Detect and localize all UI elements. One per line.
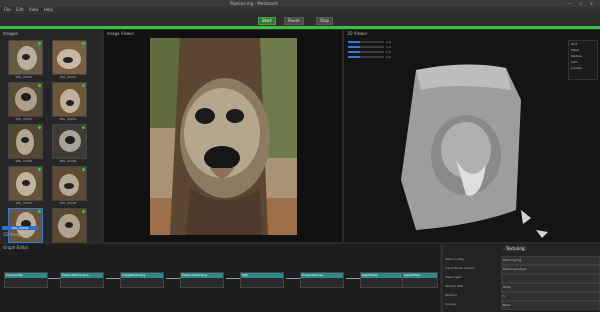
status-dot (38, 210, 41, 213)
graph-node[interactable]: ImageMatching (120, 272, 164, 288)
graph-node[interactable]: PrepareDense (300, 272, 344, 288)
menu-edit[interactable]: Edit (16, 7, 24, 12)
thumbnail[interactable] (8, 82, 43, 117)
property-field[interactable]: Basic (501, 301, 600, 310)
properties-tab[interactable]: Texturing (503, 246, 528, 251)
properties-panel: Texturing Mesh Config Meshing.mg Input De… (442, 244, 600, 312)
property-field[interactable]: Meshing.mg (501, 256, 600, 265)
status-dot (82, 168, 85, 171)
menu-file[interactable]: File (4, 7, 11, 12)
menu-bar: File Edit View Help (0, 7, 600, 14)
property-row: Texture Size 8192 (445, 283, 600, 292)
property-row: Mesh Config Meshing.mg (445, 256, 600, 265)
3d-viewer-title: 3D Viewer (347, 31, 368, 36)
thumbnail[interactable] (8, 124, 43, 159)
menu-help[interactable]: Help (44, 7, 53, 12)
window-controls[interactable]: — ☐ ✕ (568, 1, 596, 6)
viewer-options-menu[interactable]: Grid Mesh Texture Cam Locator (568, 40, 598, 80)
thumbnail-label: IMG_00001 (15, 75, 33, 79)
images-footer: 3D Images (3, 232, 25, 237)
graph-editor-panel: Graph Editor CameraInit FeatureExtractio… (0, 244, 440, 312)
thumbnail[interactable] (52, 40, 87, 75)
status-dot (38, 168, 41, 171)
thumbnail-label: IMG_00006 (59, 159, 77, 163)
status-dot (38, 126, 41, 129)
thumbnail-label: IMG_00007 (15, 201, 33, 205)
graph-node[interactable]: CameraInit (4, 272, 48, 288)
thumbnail-label: IMG_00003 (15, 117, 33, 121)
graph-node[interactable]: FeatureMatching (180, 272, 224, 288)
reconstructed-mesh[interactable] (396, 60, 556, 240)
thumbnail[interactable] (8, 40, 43, 75)
status-dot (38, 84, 41, 87)
photo-tree-face (150, 38, 297, 235)
thumbnail[interactable] (52, 82, 87, 117)
graph-node[interactable]: SfM (240, 272, 284, 288)
property-row: Mask Input (445, 274, 600, 283)
thumbnail[interactable] (52, 124, 87, 159)
property-row: Padding 5 (445, 292, 600, 301)
property-row: Input Dense Sparse Meshing/output (445, 265, 600, 274)
status-dot (82, 210, 85, 213)
window-title: Pipeline.mg - Meshroom (230, 1, 279, 6)
stop-button[interactable]: Stop (316, 17, 334, 25)
thumbnail-label: IMG_00005 (15, 159, 33, 163)
selected-thumbnail-label: IMG_00009 (2, 226, 38, 230)
thumbnail-label: IMG_00008 (59, 201, 77, 205)
pause-button[interactable]: Pause (284, 17, 304, 25)
status-dot (82, 84, 85, 87)
progress-fill (0, 26, 600, 29)
menu-option[interactable]: Locator (569, 65, 597, 71)
status-dot (82, 42, 85, 45)
image-viewer-panel: Image Viewer (104, 30, 342, 242)
menu-view[interactable]: View (29, 7, 39, 12)
status-dot (82, 126, 85, 129)
images-panel: Images IMG_00001 IMG_00002 IMG_00003 IMG… (0, 30, 100, 243)
images-panel-title: Images (3, 31, 18, 36)
graph-node[interactable]: DepthFilter (402, 272, 438, 288)
property-field[interactable]: 8192 (501, 283, 600, 292)
graph-editor-title: Graph Editor (3, 245, 29, 250)
thumbnail-label: IMG_00004 (59, 117, 77, 121)
thumbnail-label: IMG_00002 (59, 75, 77, 79)
graph-node[interactable]: DepthMap (360, 272, 404, 288)
thumbnail[interactable] (8, 166, 43, 201)
status-dot (38, 42, 41, 45)
property-row: Unwrap Basic (445, 301, 600, 310)
toolbar: Start Pause Stop (0, 14, 600, 26)
progress-bar (0, 26, 600, 29)
title-bar: Pipeline.mg - Meshroom — ☐ ✕ (0, 0, 600, 7)
property-field[interactable] (501, 274, 600, 283)
graph-node[interactable]: FeatureExtraction (60, 272, 104, 288)
property-field[interactable]: 5 (501, 292, 600, 301)
property-field[interactable]: Meshing/output (501, 265, 600, 274)
image-viewer-title: Image Viewer (107, 31, 135, 36)
thumbnail[interactable] (52, 166, 87, 201)
start-button[interactable]: Start (258, 17, 276, 25)
thumbnail[interactable] (52, 208, 87, 243)
3d-viewer-panel: 3D Viewer 1.0 1.0 1.0 1.0 Grid Mesh Text… (344, 30, 600, 242)
